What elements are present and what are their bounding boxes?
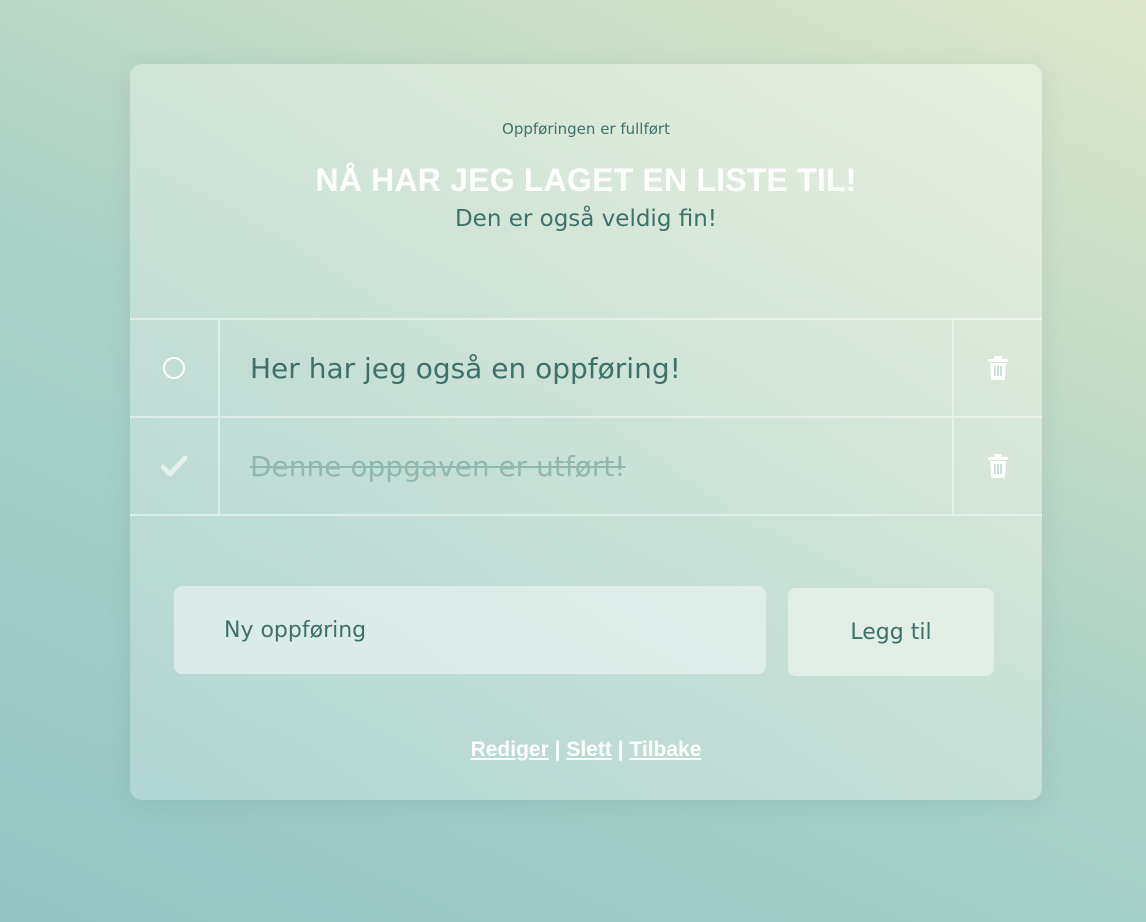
- task-toggle-button[interactable]: [130, 418, 220, 514]
- task-toggle-button[interactable]: [130, 320, 220, 416]
- task-row: Denne oppgaven er utført!: [130, 416, 1042, 516]
- new-entry-input[interactable]: [174, 586, 766, 674]
- footer-links: Rediger | Slett | Tilbake: [130, 738, 1042, 762]
- edit-link[interactable]: Rediger: [471, 738, 549, 761]
- delete-task-button[interactable]: [952, 320, 1042, 416]
- checkmark-icon: [161, 455, 187, 477]
- list-card: Oppføringen er fullført NÅ HAR JEG LAGET…: [130, 64, 1042, 800]
- delete-list-link[interactable]: Slett: [566, 738, 612, 761]
- back-link[interactable]: Tilbake: [629, 738, 701, 761]
- link-separator: |: [617, 738, 624, 761]
- task-text[interactable]: Denne oppgaven er utført!: [220, 418, 952, 514]
- task-list: Her har jeg også en oppføring! Denne opp…: [130, 318, 1042, 516]
- task-text[interactable]: Her har jeg også en oppføring!: [220, 320, 952, 416]
- list-subtitle: Den er også veldig fin!: [454, 206, 718, 232]
- delete-task-button[interactable]: [952, 418, 1042, 514]
- add-entry-button[interactable]: Legg til: [788, 588, 994, 676]
- link-separator: |: [554, 738, 561, 761]
- task-row: Her har jeg også en oppføring!: [130, 318, 1042, 416]
- trash-icon: [988, 356, 1008, 380]
- list-title: NÅ HAR JEG LAGET EN LISTE TIL!: [315, 162, 857, 198]
- trash-icon: [988, 454, 1008, 478]
- status-message: Oppføringen er fullført: [502, 120, 670, 138]
- circle-icon: [163, 357, 185, 379]
